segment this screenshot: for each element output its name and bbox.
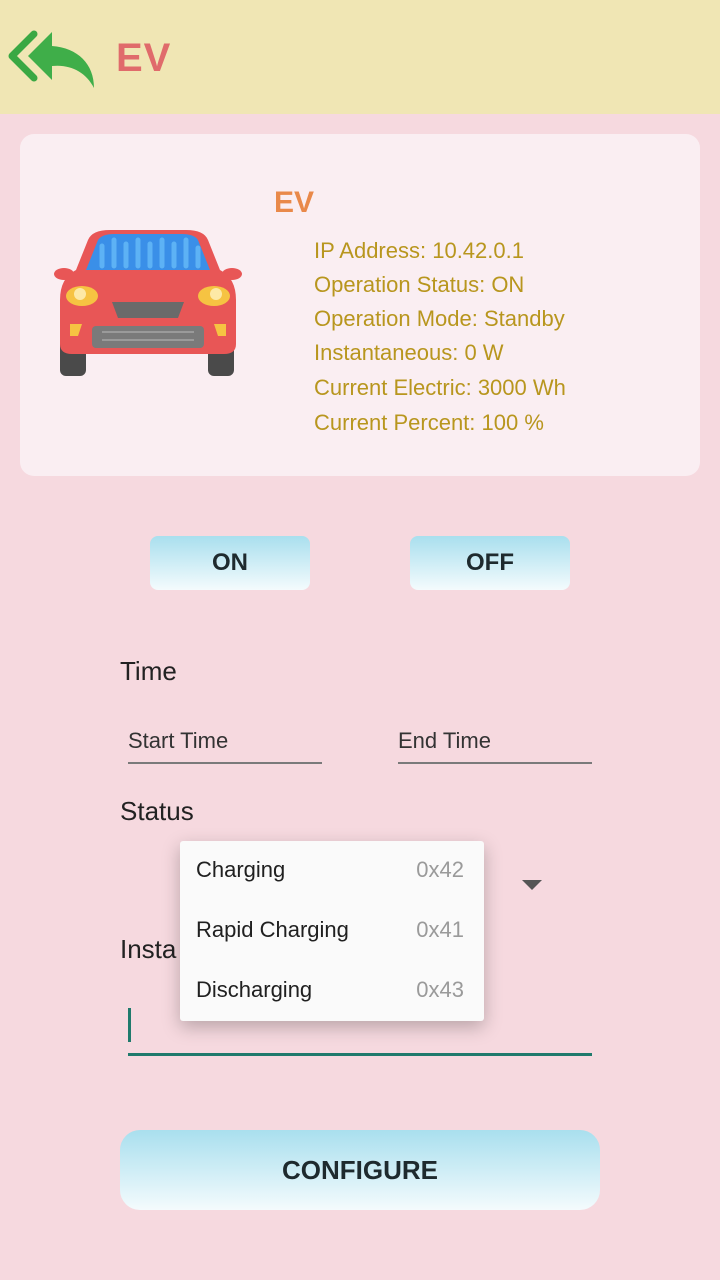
start-time-placeholder: Start Time <box>128 728 229 753</box>
end-time-field[interactable]: End Time <box>398 722 592 764</box>
page-title: EV <box>116 36 172 80</box>
menu-item-code: 0x41 <box>416 917 464 942</box>
menu-item-label: Charging <box>196 857 286 882</box>
instantaneous-text: Instantaneous: 0 W <box>314 340 504 365</box>
text-cursor <box>128 1008 131 1042</box>
back-arrow-icon <box>8 30 94 88</box>
status-dropdown-arrow-icon[interactable] <box>522 880 542 890</box>
menu-item-label: Discharging <box>196 977 313 1002</box>
current-electric-text: Current Electric: 3000 Wh <box>314 375 566 400</box>
device-name: EV <box>274 186 315 219</box>
off-button[interactable]: OFF <box>410 536 570 590</box>
end-time-placeholder: End Time <box>398 728 491 753</box>
operation-status-text: Operation Status: ON <box>314 272 525 297</box>
time-label: Time <box>120 656 177 686</box>
instantaneous-label: Insta <box>120 934 177 964</box>
on-button[interactable]: ON <box>150 536 310 590</box>
current-percent-text: Current Percent: 100 % <box>314 410 544 435</box>
start-time-field[interactable]: Start Time <box>128 722 322 764</box>
status-dropdown-menu: Charging 0x42 Rapid Charging 0x41 Discha… <box>180 841 484 1021</box>
ip-address-text: IP Address: 10.42.0.1 <box>314 238 524 263</box>
menu-item-code: 0x42 <box>416 857 464 882</box>
menu-item-code: 0x43 <box>416 977 464 1002</box>
menu-item-charging[interactable]: Charging 0x42 <box>180 841 484 901</box>
back-button[interactable] <box>8 26 100 94</box>
menu-item-label: Rapid Charging <box>196 917 349 942</box>
operation-mode-text: Operation Mode: Standby <box>314 306 565 331</box>
car-icon <box>54 230 242 376</box>
menu-item-discharging[interactable]: Discharging 0x43 <box>180 961 484 1021</box>
app-bar: EV <box>0 0 720 114</box>
status-label: Status <box>120 796 194 826</box>
configure-button[interactable]: CONFIGURE <box>120 1130 600 1210</box>
menu-item-rapid-charging[interactable]: Rapid Charging 0x41 <box>180 901 484 961</box>
